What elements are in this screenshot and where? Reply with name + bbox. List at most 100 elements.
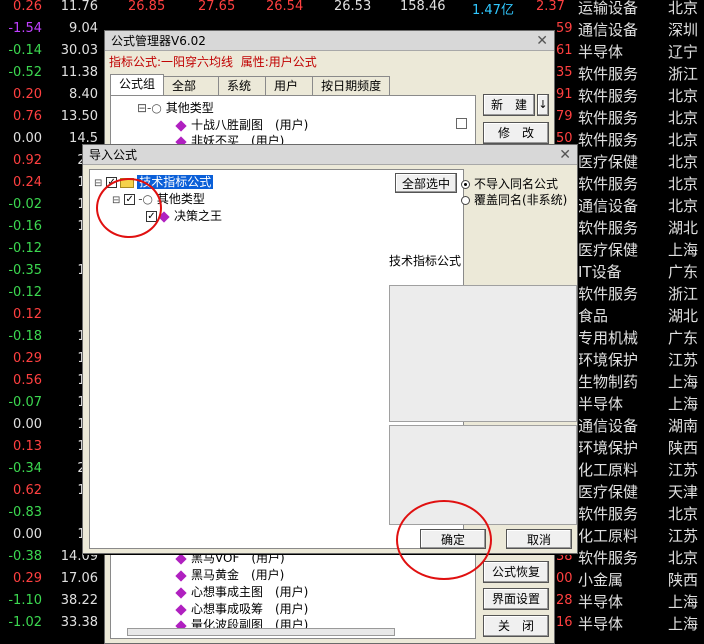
select-all-button[interactable]: 全部选中	[395, 173, 457, 193]
radio-overwrite-same[interactable]: 覆盖同名(非系统)	[461, 191, 567, 208]
stock-industry: 医疗保健	[578, 241, 639, 259]
radio-no-import-same[interactable]: 不导入同名公式	[461, 175, 558, 192]
stock-change: 0.20	[13, 87, 42, 102]
stock-change: 0.00	[13, 527, 42, 542]
formula-manager-titlebar[interactable]: 公式管理器V6.02 ✕	[105, 31, 554, 51]
tab-all[interactable]: 全部	[163, 76, 220, 95]
stock-industry: 通信设备	[578, 417, 639, 435]
tree-item[interactable]: 黑马黄金 (用户)	[175, 566, 284, 583]
tab-system[interactable]: 系统	[218, 76, 267, 95]
stock-change: 0.00	[13, 131, 42, 146]
stock-industry: 软件服务	[578, 109, 639, 127]
stock-value: 00	[556, 571, 573, 586]
stock-value: 26.53	[334, 0, 372, 14]
stock-region: 湖北	[668, 219, 699, 237]
stock-value: 79	[556, 109, 573, 124]
stock-region: 北京	[668, 505, 699, 523]
stock-change: -0.38	[8, 549, 42, 564]
stock-region: 上海	[668, 593, 699, 611]
stock-region: 北京	[668, 197, 699, 215]
stock-region: 北京	[668, 109, 699, 127]
stock-industry: 半导体	[578, 43, 624, 61]
stock-industry: 医疗保健	[578, 153, 639, 171]
stock-region: 上海	[668, 615, 699, 633]
stock-region: 江苏	[668, 351, 699, 369]
stock-value: 59	[556, 21, 573, 36]
stock-price: 11.38	[60, 65, 98, 80]
info-attr-label: 属性:	[240, 55, 269, 69]
close-icon[interactable]: ✕	[559, 145, 571, 165]
stock-industry: 小金属	[578, 571, 624, 589]
stock-industry: 化工原料	[578, 461, 639, 479]
stock-region: 北京	[668, 175, 699, 193]
horizontal-scrollbar[interactable]	[127, 628, 395, 636]
restore-formula-button[interactable]: 公式恢复	[483, 561, 549, 583]
stock-value: 61	[556, 43, 573, 58]
cancel-button[interactable]: 取消	[506, 529, 572, 549]
interface-settings-button[interactable]: 界面设置	[483, 588, 549, 610]
stock-industry: 软件服务	[578, 131, 639, 149]
stock-row[interactable]: 0.26 11.76 26.85 27.65 26.54 26.53 158.46 1.47亿…	[0, 0, 704, 18]
radio-icon	[461, 180, 470, 189]
info-formula-name: 一阳穿六均线	[161, 55, 234, 69]
stock-industry: 通信设备	[578, 21, 639, 39]
close-button[interactable]: 关 闭	[483, 615, 549, 637]
stock-industry: 软件服务	[578, 219, 639, 237]
stock-region: 上海	[668, 373, 699, 391]
import-dialog-titlebar[interactable]: 导入公式 ✕	[83, 145, 577, 165]
stock-value: 158.46	[400, 0, 446, 14]
new-dropdown-arrow-icon[interactable]: ↓	[537, 94, 549, 116]
new-button[interactable]: 新 建	[483, 94, 535, 116]
stock-change: 0.00	[13, 417, 42, 432]
stock-industry: 软件服务	[578, 285, 639, 303]
tab-user[interactable]: 用户	[265, 76, 314, 95]
tab-date-frequency[interactable]: 按日期频度	[312, 76, 391, 95]
stock-industry: 软件服务	[578, 549, 639, 567]
stock-industry: 食品	[578, 307, 609, 325]
collapse-icon[interactable]: ⊟	[94, 178, 102, 189]
stock-value: 26.85	[128, 0, 166, 14]
item-label: 决策之王	[174, 209, 223, 223]
stock-region: 陕西	[668, 571, 699, 589]
stock-region: 辽宁	[668, 43, 699, 61]
tab-formula-group[interactable]: 公式组	[110, 74, 165, 95]
stock-industry: 软件服务	[578, 87, 639, 105]
stock-region: 深圳	[668, 21, 699, 39]
stock-region: 北京	[668, 0, 699, 17]
stock-industry: 软件服务	[578, 65, 639, 83]
stock-change: 0.29	[13, 571, 42, 586]
stock-industry: 专用机械	[578, 329, 639, 347]
stock-industry: 半导体	[578, 615, 624, 633]
stock-value: 35	[556, 65, 573, 80]
stock-change: -1.54	[8, 21, 42, 36]
stock-region: 湖南	[668, 417, 699, 435]
stock-change: 0.92	[13, 153, 42, 168]
stock-industry: 半导体	[578, 395, 624, 413]
tree-group-other[interactable]: ⊟-○ 其他类型	[137, 99, 214, 116]
stock-change: -1.10	[8, 593, 42, 608]
tree-item[interactable]: 心想事成吸筹 (用户)	[175, 600, 308, 617]
stock-value: 27.65	[198, 0, 236, 14]
tree-item[interactable]: 十战八胜副图 (用户)	[175, 116, 308, 133]
stock-region: 广东	[668, 263, 699, 281]
close-icon[interactable]: ✕	[536, 31, 548, 51]
tree-item[interactable]: 心想事成主图 (用户)	[175, 583, 308, 600]
stock-industry: 生物制药	[578, 373, 639, 391]
description-panel	[389, 285, 577, 422]
stock-region: 广东	[668, 329, 699, 347]
stock-price: 33.38	[60, 615, 98, 630]
stock-region: 北京	[668, 87, 699, 105]
formula-gem-icon	[175, 586, 187, 599]
stock-region: 湖北	[668, 307, 699, 325]
stock-price: 13.50	[60, 109, 98, 124]
stock-price: 38.22	[60, 593, 98, 608]
info-attr: 用户公式	[268, 55, 317, 69]
stock-change: 0.12	[13, 307, 42, 322]
stock-region: 北京	[668, 131, 699, 149]
formula-tabs: 公式组 全部 系统 用户 按日期频度	[110, 74, 391, 96]
stock-change: 0.13	[13, 439, 42, 454]
checkbox[interactable]	[456, 118, 467, 129]
edit-button[interactable]: 修 改	[483, 122, 549, 144]
stock-value: 1.47亿	[472, 3, 514, 18]
radio-icon	[461, 196, 470, 205]
